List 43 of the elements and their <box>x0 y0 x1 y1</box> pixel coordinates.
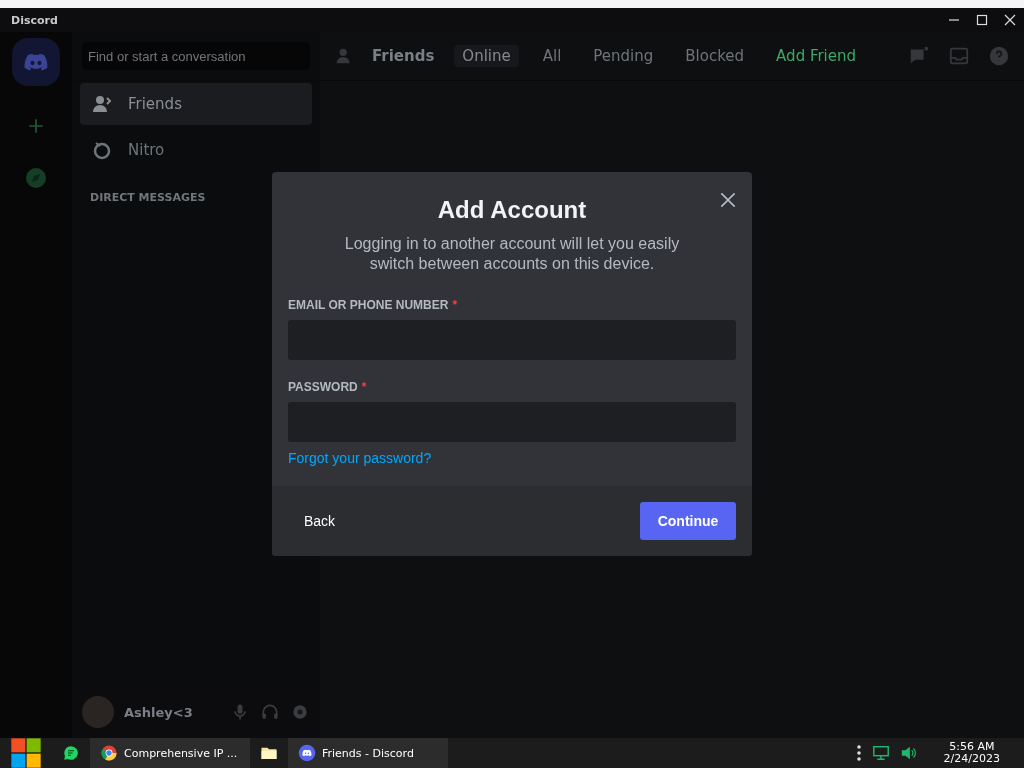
overflow-icon[interactable] <box>855 743 862 763</box>
clock[interactable]: 5:56 AM 2/24/2023 <box>943 741 1000 765</box>
discord-icon <box>298 744 316 762</box>
add-server-icon[interactable] <box>26 116 46 136</box>
tab[interactable]: Pending <box>585 45 662 67</box>
search-field[interactable]: Find or start a conversation <box>82 42 310 70</box>
inbox-icon[interactable] <box>948 45 970 67</box>
dialog-description: Logging in to another account will let you easily switch between accounts on this device. <box>343 234 681 274</box>
headphones-icon[interactable] <box>260 702 280 722</box>
help-icon[interactable] <box>988 45 1010 67</box>
continue-button[interactable]: Continue <box>640 502 736 540</box>
required-mark: * <box>452 298 458 312</box>
field-label: EMAIL OR PHONE NUMBER <box>288 298 449 312</box>
tab[interactable]: All <box>534 45 570 67</box>
explore-icon[interactable] <box>24 166 48 190</box>
dialog-title: Add Account <box>437 196 587 224</box>
forgot-password-link[interactable]: Forgot your password? <box>288 450 432 466</box>
windows-logo-icon <box>10 737 42 768</box>
close-icon[interactable] <box>1004 14 1016 26</box>
sidebar-item[interactable]: Nitro <box>80 129 312 171</box>
close-button[interactable] <box>718 190 738 210</box>
monitor-icon[interactable] <box>871 744 890 762</box>
add-friend-button[interactable]: Add Friend <box>768 45 865 67</box>
header-title: Friends <box>372 47 435 65</box>
tab[interactable]: Online <box>454 45 519 67</box>
required-mark: * <box>361 380 367 394</box>
chrome-icon <box>100 744 118 762</box>
back-button[interactable]: Back <box>288 502 352 540</box>
maximize-icon[interactable] <box>976 14 988 26</box>
taskbar-button[interactable]: Comprehensive IP ... <box>90 738 250 768</box>
user-name: Ashley<3 <box>124 704 194 720</box>
chat-app-icon <box>62 744 80 762</box>
field-label: PASSWORD <box>288 380 358 394</box>
home-button[interactable] <box>12 38 60 86</box>
speaker-icon[interactable] <box>899 744 918 762</box>
avatar[interactable] <box>82 696 114 728</box>
window-title: Discord <box>11 13 58 27</box>
close-icon <box>718 190 738 210</box>
settings-icon[interactable] <box>290 702 310 722</box>
tab[interactable]: Blocked <box>677 45 753 67</box>
sidebar-item[interactable]: Friends <box>80 83 312 125</box>
taskbar-button[interactable]: Friends - Discord <box>288 738 448 768</box>
section-heading: DIRECT MESSAGES <box>89 190 207 204</box>
